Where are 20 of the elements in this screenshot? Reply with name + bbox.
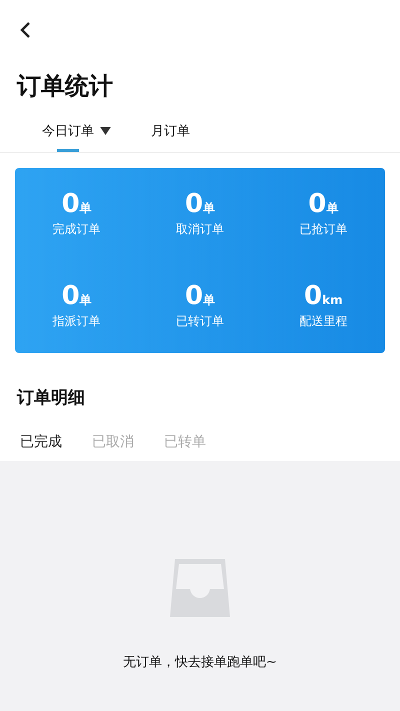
stat-value: 0单 <box>184 190 216 217</box>
stat-label: 指派订单 <box>52 313 101 330</box>
stat-value: 0单 <box>62 283 92 310</box>
stat-value: 0km <box>304 283 343 310</box>
stat-label: 已转订单 <box>176 313 224 330</box>
inbox-icon <box>170 559 230 619</box>
stat-value: 0单 <box>62 190 92 217</box>
stat-value: 0单 <box>308 190 338 217</box>
stat-value: 0单 <box>184 283 216 310</box>
section-title: 订单明细 <box>17 387 86 409</box>
stat-label: 取消订单 <box>176 220 224 238</box>
stat-label: 已抢订单 <box>299 220 348 238</box>
page-title: 订单统计 <box>17 71 114 102</box>
empty-message: 无订单，快去接单跑单吧~ <box>123 654 277 671</box>
tab[interactable]: 今日订单 <box>42 116 111 152</box>
tab[interactable]: 月订单 <box>151 116 190 152</box>
filter-tab[interactable]: 已完成 <box>20 433 62 451</box>
stat-label: 配送里程 <box>299 313 348 330</box>
back-icon[interactable] <box>19 21 31 39</box>
stat-label: 完成订单 <box>52 220 101 238</box>
